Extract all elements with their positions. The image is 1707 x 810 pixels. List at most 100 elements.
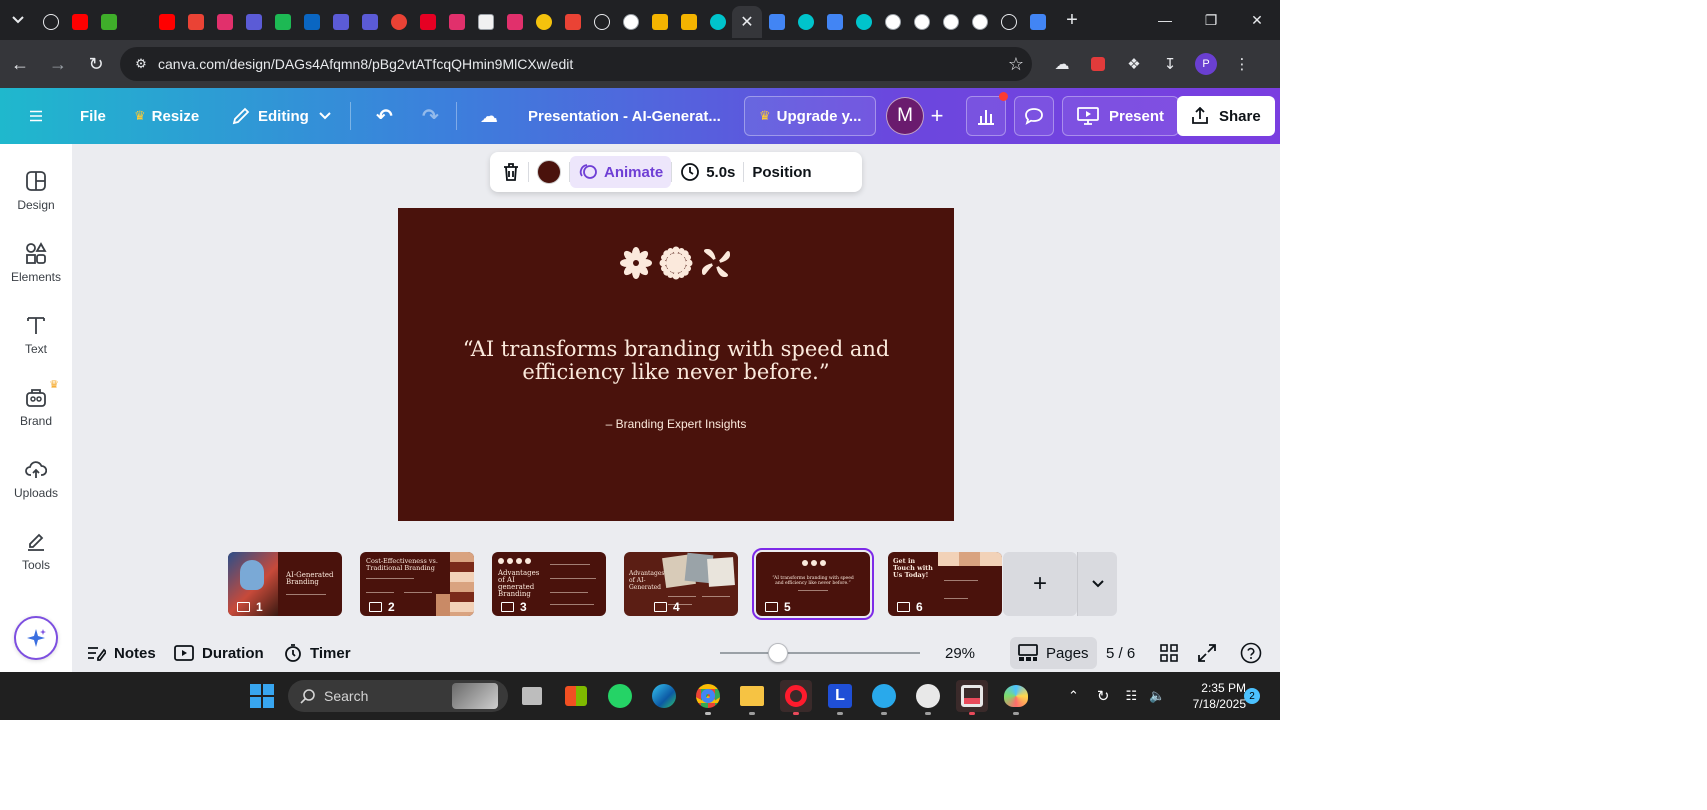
wifi-icon[interactable]: ☷: [1125, 688, 1137, 704]
browser-tab[interactable]: [645, 6, 674, 38]
page-thumbnail-6[interactable]: Get in Touch with Us Today! 6: [888, 552, 1002, 616]
page-thumbnail-3[interactable]: Advantages of AI generated Branding 3: [492, 552, 606, 616]
duration-button[interactable]: Duration: [174, 639, 264, 667]
forward-button[interactable]: →: [40, 46, 76, 82]
tray-overflow-chevron-icon[interactable]: ⌃: [1068, 688, 1079, 704]
browser-tab[interactable]: [36, 6, 65, 38]
browser-tab[interactable]: [442, 6, 471, 38]
slide-quote-text[interactable]: “AI transforms branding with speed and e…: [438, 338, 914, 384]
browser-tab[interactable]: [936, 6, 965, 38]
zoom-slider-track[interactable]: [720, 652, 920, 654]
timing-button[interactable]: 5.0s: [672, 156, 743, 188]
add-page-button[interactable]: +: [1003, 552, 1077, 616]
browser-tab[interactable]: [558, 6, 587, 38]
browser-tab[interactable]: [674, 6, 703, 38]
snipping-tool-icon[interactable]: [956, 680, 988, 715]
page-thumbnail-1[interactable]: AI-Generated Branding 1: [228, 552, 342, 616]
back-button[interactable]: ←: [2, 46, 38, 82]
reload-button[interactable]: ↻: [78, 46, 114, 82]
sidebar-item-brand[interactable]: ♛ Brand: [0, 374, 72, 438]
browser-tab[interactable]: [297, 6, 326, 38]
window-close-icon[interactable]: ✕: [1234, 0, 1280, 40]
browser-tab[interactable]: [65, 6, 94, 38]
browser-menu-icon[interactable]: ⋮: [1228, 50, 1256, 78]
new-tab-button[interactable]: +: [1058, 0, 1086, 40]
extension-red-play-icon[interactable]: [1084, 50, 1112, 78]
browser-tab[interactable]: [849, 6, 878, 38]
browser-tab[interactable]: ✕: [732, 6, 762, 38]
url-text[interactable]: canva.com/design/DAGs4Afqmn8/pBg2vtATfcq…: [158, 56, 573, 72]
taskbar-search[interactable]: Search: [288, 680, 508, 712]
browser-tab[interactable]: [1023, 6, 1052, 38]
extension-cloud-icon[interactable]: ☁: [1048, 50, 1076, 78]
position-button[interactable]: Position: [744, 156, 819, 188]
taskbar-clock[interactable]: 2:35 PM 7/18/2025: [1176, 680, 1246, 712]
browser-tab[interactable]: [762, 6, 791, 38]
file-explorer-icon[interactable]: [736, 680, 768, 715]
sidebar-item-elements[interactable]: Elements: [0, 230, 72, 294]
browser-tab[interactable]: [152, 6, 181, 38]
page-thumbnail-4[interactable]: Advantages of AI- Generated 4: [624, 552, 738, 616]
file-menu-button[interactable]: File: [70, 96, 116, 136]
opera-icon[interactable]: [780, 680, 812, 715]
slide-decorative-icons[interactable]: [620, 246, 732, 280]
minimize-icon[interactable]: —: [1142, 0, 1188, 40]
edge-icon[interactable]: [648, 680, 680, 712]
address-bar[interactable]: ⚙ canva.com/design/DAGs4Afqmn8/pBg2vtATf…: [120, 47, 1032, 81]
clock-app-icon[interactable]: [912, 680, 944, 715]
notification-badge[interactable]: 2: [1244, 688, 1260, 704]
resize-button[interactable]: ♛ Resize: [124, 96, 209, 136]
browser-tab[interactable]: [384, 6, 413, 38]
browser-tab[interactable]: [878, 6, 907, 38]
grid-view-button[interactable]: [1160, 639, 1186, 667]
browser-tab[interactable]: [500, 6, 529, 38]
restore-icon[interactable]: ❐: [1188, 0, 1234, 40]
browser-tab[interactable]: [616, 6, 645, 38]
fill-color-button[interactable]: [529, 156, 569, 188]
browser-tab[interactable]: [529, 6, 558, 38]
zoom-slider-handle[interactable]: [768, 643, 788, 663]
windows-start-icon[interactable]: [250, 684, 274, 708]
browser-tab[interactable]: [907, 6, 936, 38]
sync-icon[interactable]: ↻: [1097, 687, 1110, 705]
undo-button[interactable]: ↶: [366, 96, 403, 136]
telegram-icon[interactable]: [868, 680, 900, 715]
chrome-icon[interactable]: [692, 680, 724, 715]
redo-button[interactable]: ↷: [412, 96, 449, 136]
bookmark-star-icon[interactable]: ☆: [1008, 54, 1024, 75]
user-avatar[interactable]: M: [886, 97, 924, 135]
upgrade-button[interactable]: ♛ Upgrade y...: [744, 96, 877, 136]
browser-tab[interactable]: [239, 6, 268, 38]
sidebar-item-text[interactable]: Text: [0, 302, 72, 366]
share-button[interactable]: Share: [1177, 96, 1275, 136]
browser-tab[interactable]: [994, 6, 1023, 38]
sidebar-item-tools[interactable]: Tools: [0, 518, 72, 582]
animate-button[interactable]: Animate: [570, 156, 672, 188]
timer-button[interactable]: Timer: [284, 639, 351, 667]
browser-tab[interactable]: [820, 6, 849, 38]
browser-tab[interactable]: [210, 6, 239, 38]
browser-tab[interactable]: [413, 6, 442, 38]
browser-tab[interactable]: [355, 6, 384, 38]
pages-view-button[interactable]: Pages: [1010, 637, 1097, 669]
paint-icon[interactable]: [1000, 680, 1032, 715]
slide-canvas[interactable]: “AI transforms branding with speed and e…: [398, 208, 954, 521]
document-title[interactable]: Presentation - AI-Generat...: [518, 96, 731, 136]
insights-button[interactable]: [966, 96, 1006, 136]
site-info-icon[interactable]: ⚙: [126, 56, 156, 72]
page-thumbnail-2[interactable]: Cost-Effectiveness vs. Traditional Brand…: [360, 552, 474, 616]
store-icon[interactable]: [560, 680, 592, 712]
add-collaborator-button[interactable]: +: [922, 100, 952, 132]
volume-icon[interactable]: 🔈: [1149, 688, 1165, 704]
magic-assistant-button[interactable]: [14, 616, 58, 660]
tab-search-chevron-icon[interactable]: [0, 0, 36, 40]
profile-button[interactable]: P: [1192, 50, 1220, 78]
sidebar-item-uploads[interactable]: Uploads: [0, 446, 72, 510]
zoom-percentage[interactable]: 29%: [945, 639, 975, 667]
download-icon[interactable]: ↧: [1156, 50, 1184, 78]
pages-more-button[interactable]: [1077, 552, 1117, 616]
task-view-icon[interactable]: [516, 680, 548, 712]
help-button[interactable]: [1240, 639, 1270, 667]
browser-tab[interactable]: [587, 6, 616, 38]
browser-tab[interactable]: [703, 6, 732, 38]
